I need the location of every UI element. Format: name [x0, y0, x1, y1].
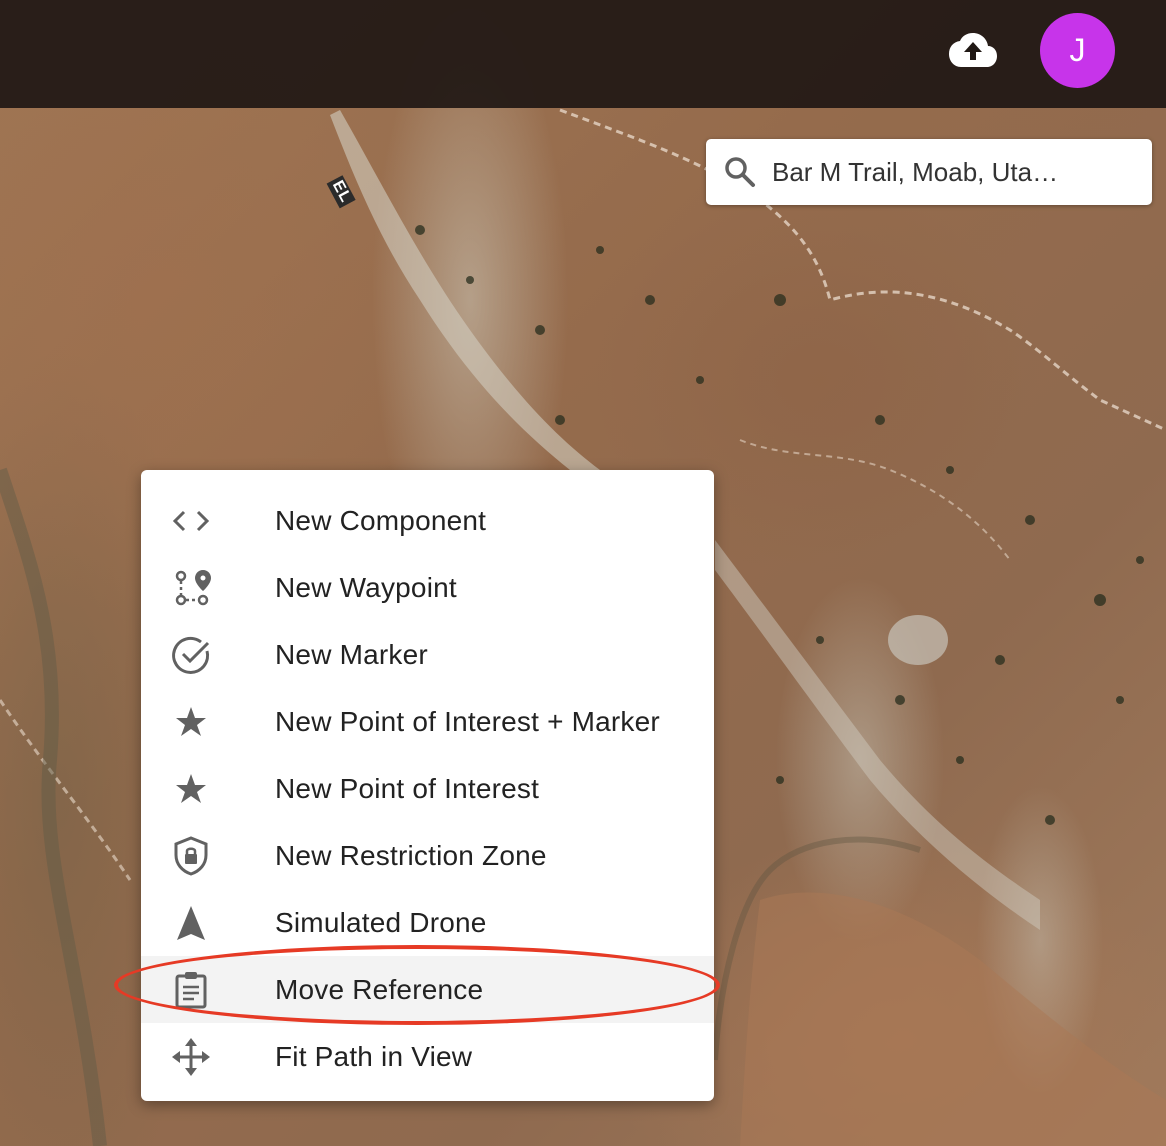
move-arrows-icon: [171, 1037, 211, 1077]
menu-item-label: New Waypoint: [275, 571, 457, 603]
search-input[interactable]: [772, 156, 1132, 188]
menu-item-label: New Component: [275, 504, 487, 536]
avatar[interactable]: J: [1040, 13, 1115, 88]
star-icon: [171, 769, 211, 809]
menu-item-simulated-drone[interactable]: Simulated Drone: [141, 889, 714, 956]
menu-item-new-poi-marker[interactable]: New Point of Interest + Marker: [141, 688, 714, 755]
code-brackets-icon: [171, 501, 211, 541]
menu-item-label: New Point of Interest: [275, 772, 540, 804]
menu-item-move-reference[interactable]: Move Reference: [141, 956, 714, 1023]
search-icon: [725, 157, 755, 187]
check-circle-icon: [171, 635, 211, 675]
menu-item-label: Fit Path in View: [275, 1040, 473, 1072]
menu-item-label: Move Reference: [275, 973, 484, 1005]
menu-item-new-poi[interactable]: New Point of Interest: [141, 755, 714, 822]
menu-item-new-restriction-zone[interactable]: New Restriction Zone: [141, 822, 714, 889]
avatar-initial: J: [1069, 32, 1086, 68]
menu-item-label: New Restriction Zone: [275, 839, 547, 871]
navigation-arrow-icon: [171, 903, 211, 943]
menu-item-label: New Point of Interest + Marker: [275, 705, 660, 737]
clipboard-icon: [171, 970, 211, 1010]
cloud-upload-icon: [949, 33, 997, 67]
menu-item-fit-path[interactable]: Fit Path in View: [141, 1023, 714, 1090]
star-icon: [171, 702, 211, 742]
menu-item-label: New Marker: [275, 638, 428, 670]
context-menu: New Component New Waypoint New Marker Ne…: [141, 470, 714, 1101]
menu-item-label: Simulated Drone: [275, 906, 487, 938]
menu-item-new-marker[interactable]: New Marker: [141, 621, 714, 688]
upload-button[interactable]: [946, 30, 1000, 70]
location-search[interactable]: [706, 139, 1152, 205]
top-bar: J: [0, 0, 1166, 108]
menu-item-new-component[interactable]: New Component: [141, 487, 714, 554]
waypoint-route-icon: [171, 568, 211, 608]
menu-item-new-waypoint[interactable]: New Waypoint: [141, 554, 714, 621]
shield-lock-icon: [171, 836, 211, 876]
